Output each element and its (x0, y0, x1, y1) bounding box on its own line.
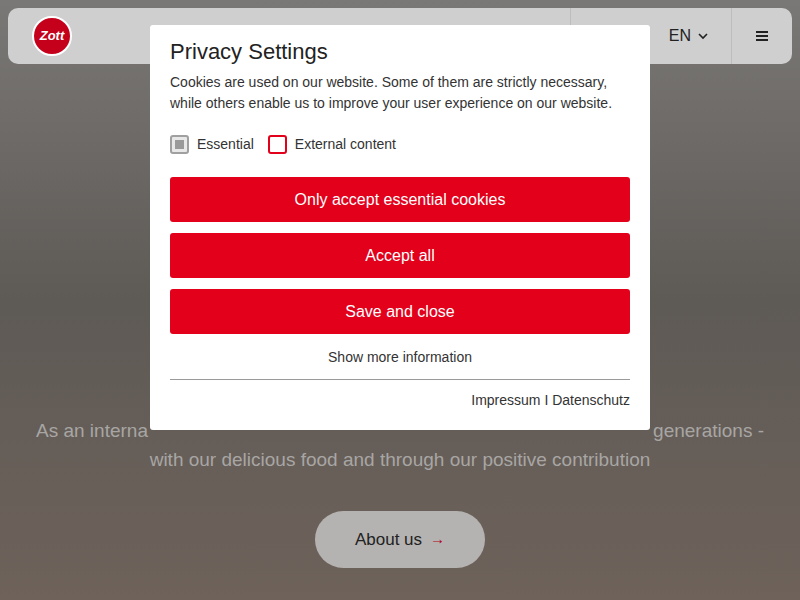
option[interactable]: External content (268, 134, 396, 155)
divider (731, 8, 732, 64)
language-label: EN (669, 24, 691, 48)
checkbox (170, 135, 189, 154)
separator (170, 379, 630, 380)
check-fill (175, 140, 184, 149)
arrow-icon: → (430, 528, 445, 551)
hamburger-icon (755, 30, 769, 42)
consent-button[interactable]: Accept all (170, 233, 630, 278)
consent-button[interactable]: Only accept essential cookies (170, 177, 630, 222)
checkbox[interactable] (268, 135, 287, 154)
privacy-dialog: Privacy Settings Cookies are used on our … (150, 25, 650, 430)
chevron-down-icon (697, 30, 709, 42)
option-label: Essential (197, 134, 254, 155)
more-info-link[interactable]: Show more information (170, 347, 630, 367)
option: Essential (170, 134, 254, 155)
consent-button[interactable]: Save and close (170, 289, 630, 334)
option-label: External content (295, 134, 396, 155)
hero-text: generations - (653, 416, 764, 445)
about-button[interactable]: About us → (315, 511, 485, 568)
dialog-title: Privacy Settings (170, 38, 630, 66)
options: Essential External content (170, 134, 630, 155)
logo-text: Zott (40, 26, 65, 46)
footer-links[interactable]: Impressum I Datenschutz (170, 390, 630, 410)
hero-text: with our delicious food and through our … (150, 445, 651, 474)
button-group: Only accept essential cookies Accept all S… (170, 177, 630, 334)
about-label: About us (355, 527, 422, 553)
hero-text: As an interna (36, 416, 148, 445)
dialog-text: Cookies are used on our website. Some of… (170, 72, 630, 114)
logo[interactable]: Zott (32, 16, 72, 56)
menu-button[interactable] (732, 8, 792, 64)
